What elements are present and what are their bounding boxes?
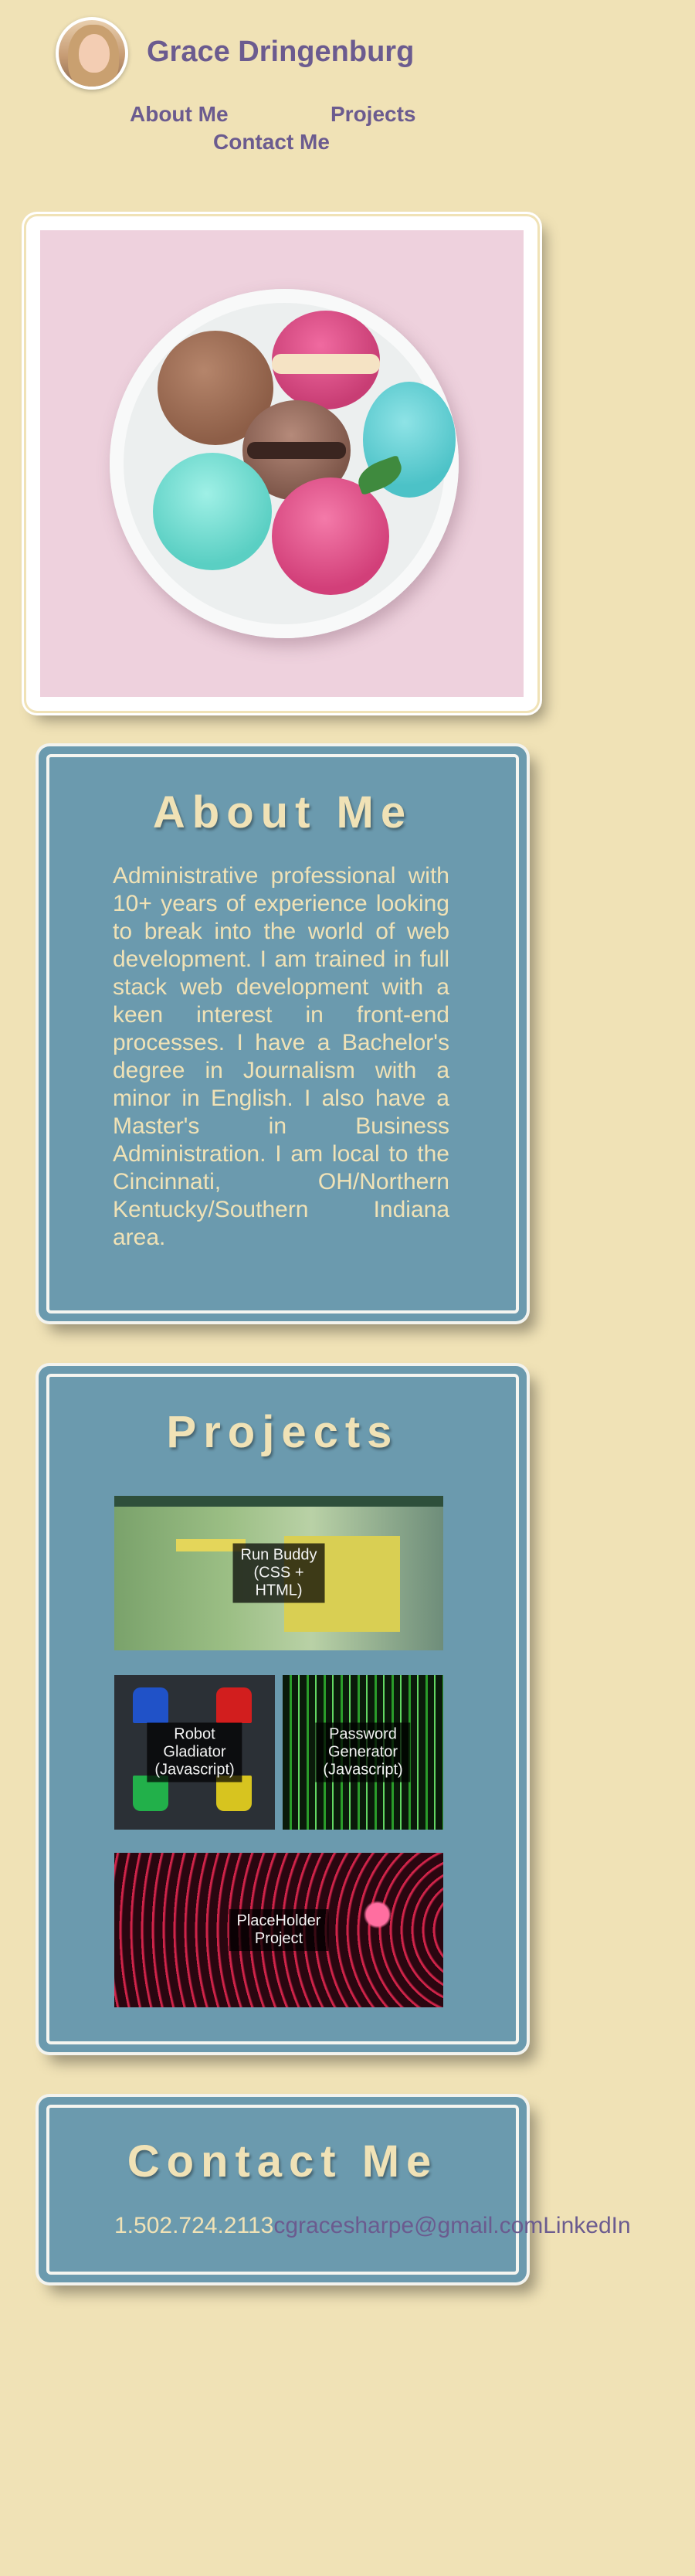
- project-label: Robot Gladiator (Javascript): [147, 1722, 242, 1782]
- contact-linkedin-link[interactable]: LinkedIn: [543, 2213, 630, 2238]
- macaron-pink-top: [272, 311, 380, 410]
- contact-phone: 1.502.724.2113: [114, 2213, 274, 2238]
- nav-link-about[interactable]: About Me: [130, 102, 229, 127]
- contact-details: 1.502.724.2113cgracesharpe@gmail.comLink…: [114, 2213, 631, 2239]
- projects-section: Projects Run Buddy (CSS + HTML) Robot Gl…: [39, 1366, 527, 2052]
- project-label-line: Robot: [174, 1725, 215, 1743]
- project-label-line: (Javascript): [323, 1761, 403, 1779]
- site-header: Grace Dringenburg About Me Projects Cont…: [0, 0, 695, 178]
- nav-link-projects[interactable]: Projects: [331, 102, 416, 127]
- project-password-generator[interactable]: Password Generator (Javascript): [283, 1675, 443, 1830]
- contact-section: Contact Me 1.502.724.2113cgracesharpe@gm…: [39, 2097, 631, 2282]
- contact-email-link[interactable]: cgracesharpe@gmail.com: [273, 2213, 543, 2238]
- project-label: Run Buddy (CSS + HTML): [232, 1543, 325, 1603]
- contact-title: Contact Me: [127, 2136, 439, 2187]
- site-name: Grace Dringenburg: [147, 36, 415, 68]
- macaron-pink-bottom: [272, 477, 389, 595]
- project-robot-gladiator[interactable]: Robot Gladiator (Javascript): [114, 1675, 275, 1830]
- macaron-teal-left: [153, 453, 272, 570]
- profile-avatar: [56, 17, 128, 90]
- project-label-line: Gladiator: [163, 1743, 226, 1761]
- project-label: Password Generator (Javascript): [315, 1722, 411, 1782]
- project-label-line: Generator: [327, 1743, 398, 1761]
- avatar-face: [79, 34, 110, 73]
- project-label-line: Project: [254, 1930, 303, 1947]
- project-label-line: (Javascript): [154, 1761, 235, 1779]
- about-title: About Me: [152, 787, 413, 838]
- project-label-line: Run Buddy: [240, 1546, 317, 1564]
- project-placeholder[interactable]: PlaceHolder Project: [114, 1853, 443, 2007]
- hero-image-frame: [26, 216, 537, 711]
- nav-link-contact[interactable]: Contact Me: [213, 130, 330, 155]
- project-label-line: HTML): [255, 1582, 303, 1599]
- about-text: Administrative professional with 10+ yea…: [113, 863, 449, 1250]
- projects-title: Projects: [166, 1407, 399, 1457]
- run-buddy-thumb-navbar: [114, 1496, 443, 1507]
- project-label-line: Password: [329, 1725, 397, 1743]
- robot-thumb-red: [216, 1687, 252, 1723]
- project-label-line: PlaceHolder: [236, 1912, 321, 1929]
- project-label-line: (CSS +: [253, 1564, 304, 1582]
- project-run-buddy[interactable]: Run Buddy (CSS + HTML): [114, 1496, 443, 1650]
- about-section: About Me Administrative professional wit…: [39, 746, 527, 1321]
- project-label: PlaceHolder Project: [229, 1909, 329, 1951]
- hero-image-macarons: [40, 230, 524, 697]
- robot-thumb-blue: [133, 1687, 168, 1723]
